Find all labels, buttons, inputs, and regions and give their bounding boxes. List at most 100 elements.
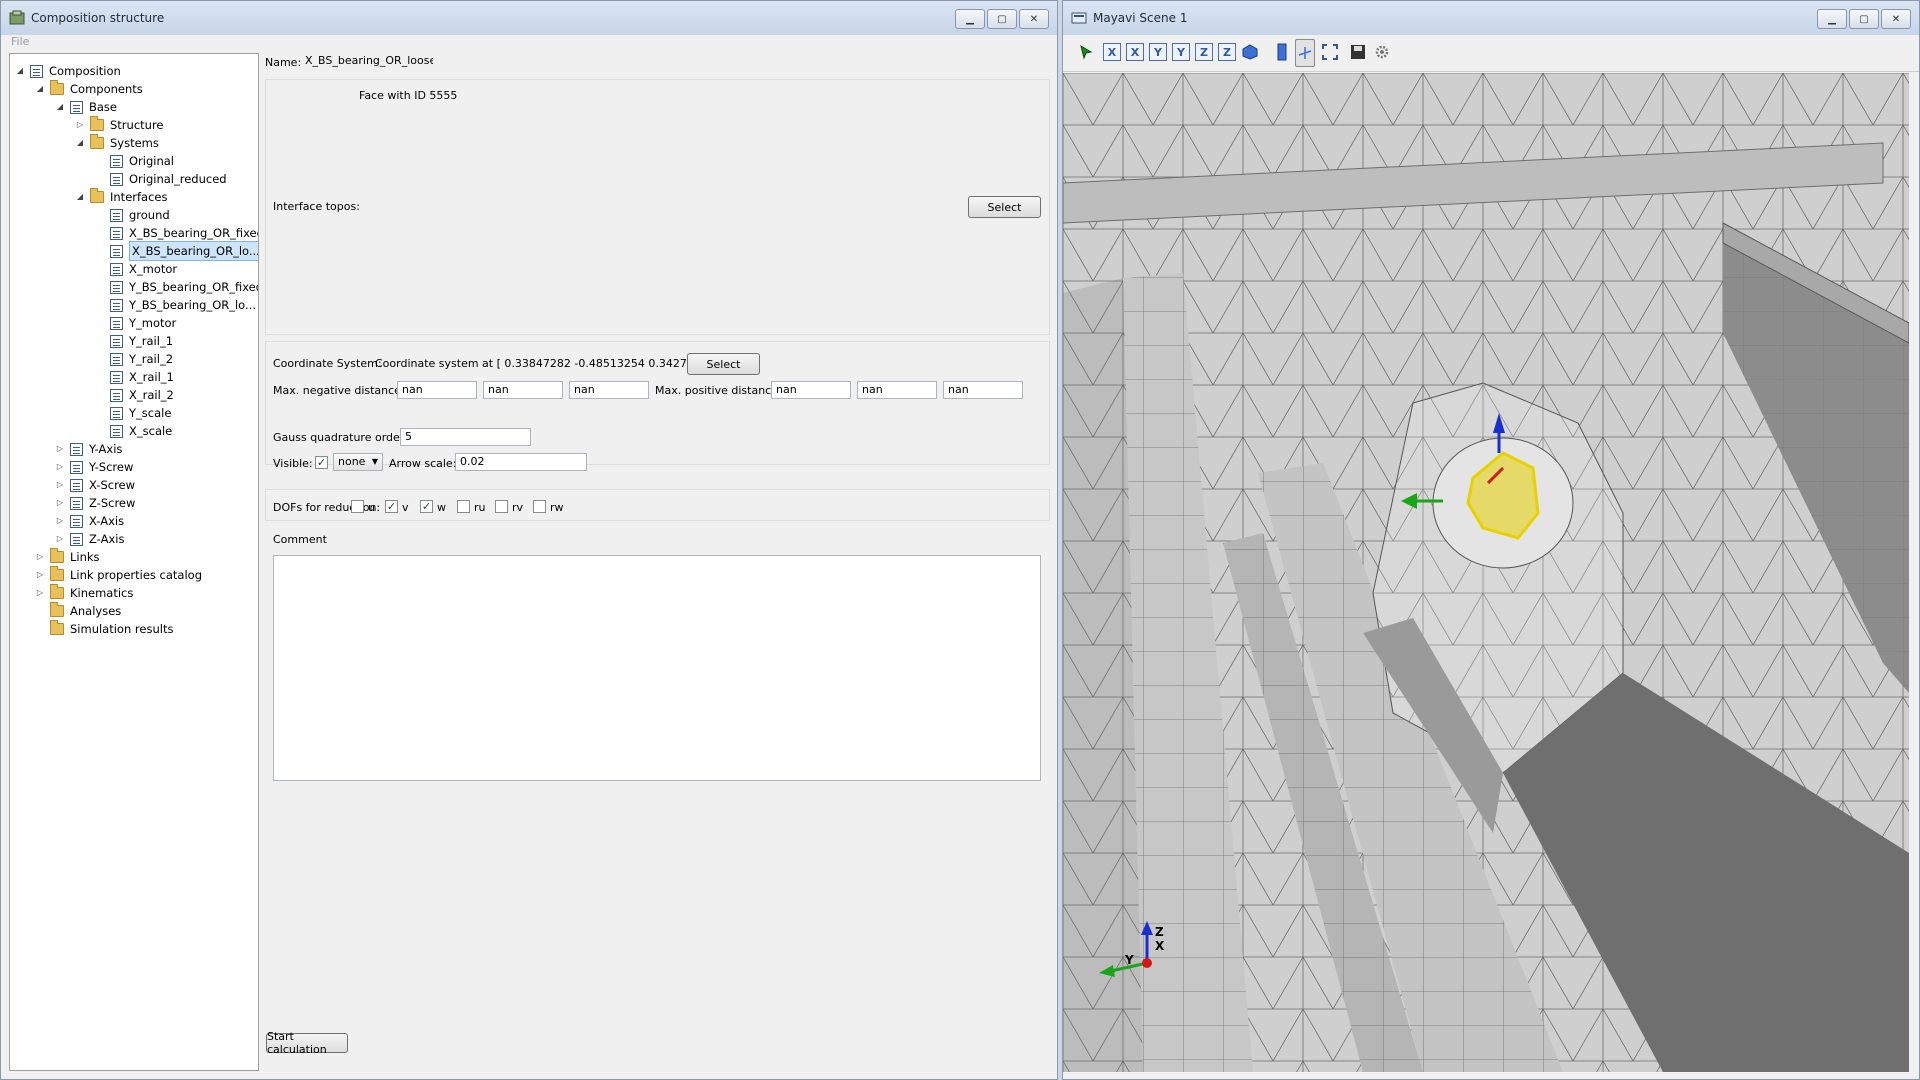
interface-select-button[interactable]: Select [968,196,1041,218]
dof-checkbox-rw[interactable] [533,500,546,513]
parallel-projection-icon[interactable] [1273,43,1291,61]
tree-node[interactable]: ▷ Kinematics [34,584,133,602]
dof-checkbox-v[interactable]: ✓ [385,500,398,513]
view-x-plus-icon[interactable]: X [1103,43,1121,61]
tree-node[interactable]: Y_scale [94,404,171,422]
save-icon[interactable] [1349,43,1367,61]
expand-arrow-icon[interactable]: ◢ [14,65,26,77]
visible-label: Visible: [273,457,313,470]
tree-node[interactable]: ▷ X-Axis [54,512,124,530]
expand-arrow-icon[interactable]: ◢ [54,101,66,113]
close-button[interactable]: ✕ [1019,9,1049,29]
tree-node[interactable]: Simulation results [34,620,173,638]
coord-select-button[interactable]: Select [687,353,760,375]
name-field[interactable]: X_BS_bearing_OR_loose [301,53,433,71]
menu-file[interactable]: File [11,35,29,48]
dof-checkbox-ru[interactable] [457,500,470,513]
tree-node[interactable]: Y_rail_2 [94,350,173,368]
tree-node[interactable]: X_motor [94,260,177,278]
tree-node-label: X_scale [129,424,173,438]
maximize-button[interactable]: ▢ [1849,9,1879,29]
minimize-button[interactable]: ▁ [955,9,985,29]
expand-arrow-icon[interactable]: ◢ [34,83,46,95]
tree-node[interactable]: Y_motor [94,314,176,332]
view-x-minus-icon[interactable]: X [1126,43,1144,61]
tree-node[interactable]: ▷ Z-Axis [54,530,125,548]
composition-tree[interactable]: ◢ Composition ◢ Components ◢ Base ▷ Structure ◢ S… [9,53,259,1071]
max-positive-field-3[interactable]: nan [943,381,1023,399]
settings-gear-icon[interactable] [1373,43,1391,61]
collapse-arrow-icon[interactable]: ▷ [74,119,86,131]
max-negative-field-3[interactable]: nan [569,381,649,399]
dof-checkbox-w[interactable]: ✓ [420,500,433,513]
max-negative-field-2[interactable]: nan [483,381,563,399]
tree-node[interactable]: ▷ Y-Axis [54,440,123,458]
collapse-arrow-icon[interactable]: ▷ [54,479,66,491]
collapse-arrow-icon[interactable]: ▷ [54,443,66,455]
tree-node[interactable]: ◢ Base [54,98,117,116]
tree-node[interactable]: Y_BS_bearing_OR_lo... [94,296,256,314]
tree-node[interactable]: ▷ X-Screw [54,476,135,494]
axes-indicator-icon[interactable] [1295,39,1315,67]
tree-node[interactable]: Y_rail_1 [94,332,173,350]
comment-textarea[interactable] [273,555,1041,781]
view-z-plus-icon[interactable]: Z [1195,43,1213,61]
tree-node[interactable]: ◢ Systems [74,134,159,152]
expand-arrow-icon[interactable]: ◢ [74,191,86,203]
tree-node[interactable]: ◢ Interfaces [74,188,167,206]
3d-scene-viewport[interactable]: Z X Y [1063,73,1909,1072]
tree-node[interactable]: Original [94,152,174,170]
pointer-arrow-icon[interactable] [1077,43,1095,61]
tree-node-label: Y_scale [129,406,172,420]
tree-node-label: Y_rail_2 [129,352,174,366]
collapse-arrow-icon[interactable]: ▷ [34,569,46,581]
tree-node[interactable]: ground [94,206,170,224]
tree-node[interactable]: X_rail_2 [94,386,174,404]
mayavi-title-bar[interactable]: Mayavi Scene 1 ▁ ▢ ✕ [1063,1,1919,35]
visible-dropdown[interactable]: none ▼ [333,453,383,471]
expand-arrow-icon[interactable]: ◢ [74,137,86,149]
tree-node[interactable]: ▷ Y-Screw [54,458,133,476]
max-positive-field-2[interactable]: nan [857,381,937,399]
maximize-button[interactable]: ▢ [987,9,1017,29]
dof-label: w [437,501,446,514]
tree-node[interactable]: Original_reduced [94,170,227,188]
collapse-arrow-icon[interactable]: ▷ [34,551,46,563]
tree-node-label: Links [70,550,100,564]
tree-node[interactable]: X_scale [94,422,172,440]
tree-node[interactable]: ◢ Components [34,80,143,98]
tree-node[interactable]: ▷ Links [34,548,100,566]
view-y-minus-icon[interactable]: Y [1172,43,1190,61]
arrow-scale-field[interactable]: 0.02 [455,453,587,471]
tree-node[interactable]: X_rail_1 [94,368,174,386]
composition-title-bar[interactable]: Composition structure ▁ ▢ ✕ [1,1,1057,35]
max-negative-field-1[interactable]: nan [397,381,477,399]
isometric-view-icon[interactable] [1241,43,1259,61]
view-z-minus-icon[interactable]: Z [1218,43,1236,61]
tree-node[interactable]: X_BS_bearing_OR_fixed [94,224,258,242]
max-positive-field-1[interactable]: nan [771,381,851,399]
tree-node[interactable]: Y_BS_bearing_OR_fixed [94,278,258,296]
tree-node[interactable]: X_BS_bearing_OR_lo... [94,241,258,261]
collapse-arrow-icon[interactable]: ▷ [54,497,66,509]
collapse-arrow-icon[interactable]: ▷ [54,533,66,545]
visible-checkbox[interactable]: ✓ [315,456,328,469]
gauss-order-field[interactable]: 5 [400,428,531,446]
tree-node-label: X_BS_bearing_OR_lo... [129,241,258,261]
tree-node[interactable]: ▷ Z-Screw [54,494,135,512]
tree-node[interactable]: ◢ Composition [14,62,121,80]
tree-node[interactable]: ▷ Link properties catalog [34,566,202,584]
collapse-arrow-icon[interactable]: ▷ [54,515,66,527]
close-button[interactable]: ✕ [1881,9,1911,29]
collapse-arrow-icon[interactable]: ▷ [54,461,66,473]
collapse-arrow-icon[interactable]: ▷ [34,587,46,599]
tree-node[interactable]: ▷ Structure [74,116,164,134]
minimize-button[interactable]: ▁ [1817,9,1847,29]
start-calculation-button[interactable]: Start calculation [266,1030,348,1056]
view-y-plus-icon[interactable]: Y [1149,43,1167,61]
dof-checkbox-u[interactable] [351,500,364,513]
dof-checkbox-rv[interactable] [495,500,508,513]
tree-node[interactable]: Analyses [34,602,121,620]
full-screen-icon[interactable] [1321,43,1339,61]
